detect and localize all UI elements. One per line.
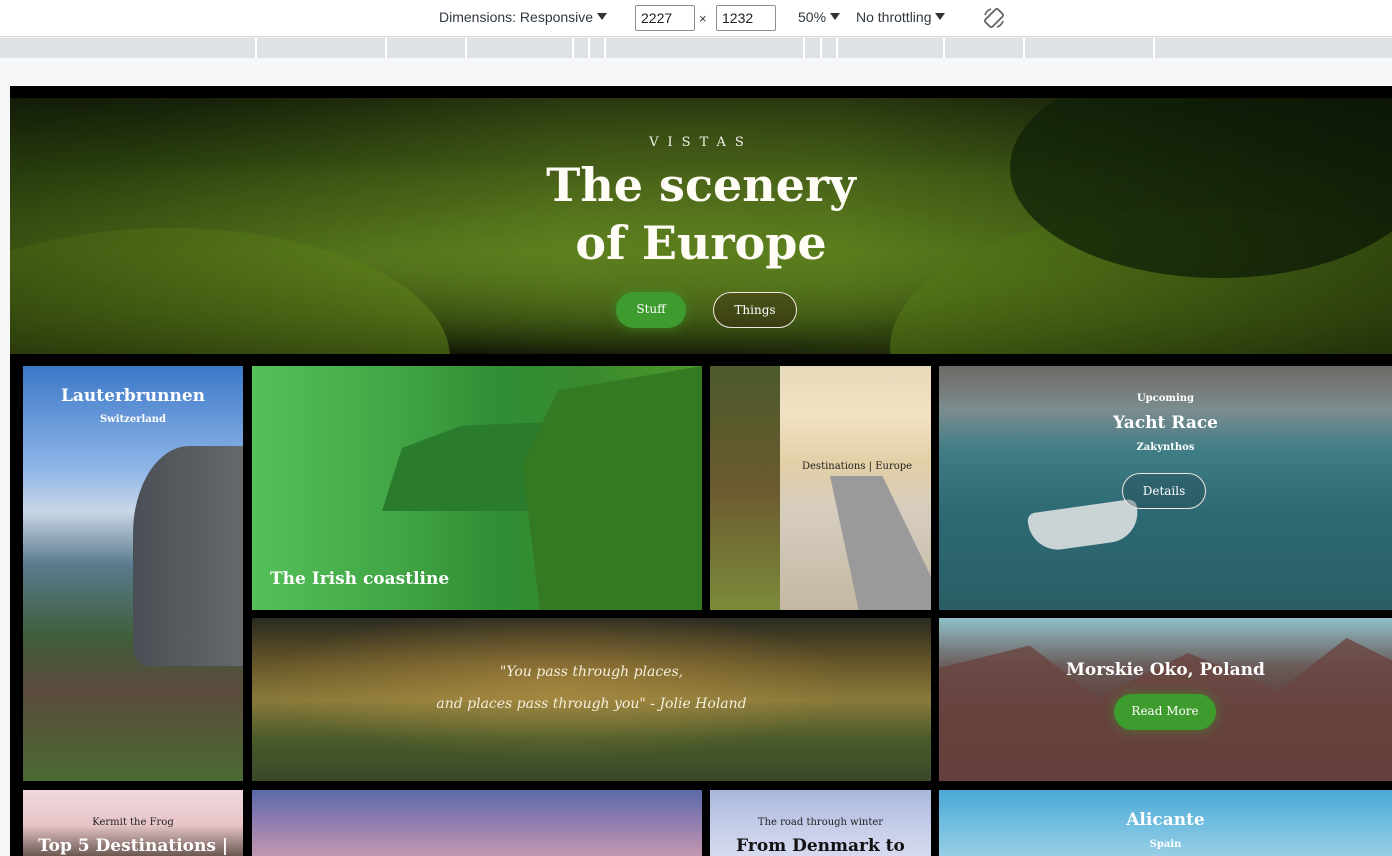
width-input[interactable] bbox=[635, 5, 695, 31]
kermit-title: Top 5 Destinations | bbox=[37, 836, 229, 856]
boat-shape bbox=[1026, 498, 1142, 554]
rotate-icon[interactable] bbox=[982, 6, 1006, 30]
quote-tile: "You pass through places, and places pas… bbox=[252, 618, 931, 781]
sunset-tile[interactable] bbox=[252, 790, 702, 856]
things-button[interactable]: Things bbox=[713, 292, 797, 328]
alicante-title: Alicante bbox=[1126, 810, 1205, 830]
quote-text: "You pass through places, and places pas… bbox=[252, 656, 931, 720]
chevron-down-icon bbox=[597, 13, 608, 20]
zoom-label: 50% bbox=[798, 9, 827, 25]
hero-title-line-1: The scenery bbox=[546, 158, 856, 212]
throttling-label: No throttling bbox=[856, 9, 932, 25]
alicante-tile[interactable]: Alicante Spain bbox=[939, 790, 1392, 856]
irish-coastline-title: The Irish coastline bbox=[270, 569, 450, 589]
zoom-dropdown[interactable]: 50% bbox=[798, 9, 841, 25]
denmark-eyebrow: The road through winter bbox=[757, 817, 884, 828]
alicante-subtitle: Spain bbox=[1149, 839, 1182, 850]
throttling-dropdown[interactable]: No throttling bbox=[856, 9, 946, 25]
details-button[interactable]: Details bbox=[1122, 473, 1206, 509]
dimensions-dropdown[interactable]: Dimensions: Responsive bbox=[439, 9, 608, 25]
tree-shape bbox=[710, 366, 780, 610]
read-more-button[interactable]: Read More bbox=[1114, 694, 1216, 730]
kermit-eyebrow: Kermit the Frog bbox=[92, 817, 174, 828]
chevron-down-icon bbox=[830, 13, 841, 20]
cliff-shape bbox=[133, 446, 243, 666]
hero-eyebrow: VISTAS bbox=[649, 135, 753, 150]
denmark-tile[interactable]: The road through winter From Denmark to bbox=[710, 790, 931, 856]
lauterbrunnen-tile[interactable]: Lauterbrunnen Switzerland bbox=[23, 366, 243, 781]
media-query-ruler[interactable] bbox=[0, 38, 1392, 58]
devtools-device-toolbar: Dimensions: Responsive × 50% No throttli… bbox=[0, 0, 1392, 37]
times-separator: × bbox=[699, 11, 707, 26]
lauterbrunnen-title: Lauterbrunnen bbox=[60, 386, 206, 406]
yacht-title: Yacht Race bbox=[1112, 413, 1218, 433]
chevron-down-icon bbox=[935, 13, 946, 20]
emulated-page: VISTAS The scenery of Europe Stuff Thing… bbox=[10, 86, 1392, 856]
denmark-title: From Denmark to bbox=[736, 836, 905, 856]
road-tile[interactable]: Destinations | Europe bbox=[710, 366, 931, 610]
yacht-eyebrow: Upcoming bbox=[1136, 393, 1195, 404]
quote-line-1: "You pass through places, bbox=[499, 664, 684, 680]
dimensions-label: Dimensions: Responsive bbox=[439, 9, 594, 25]
hero-title: The scenery of Europe bbox=[10, 156, 1392, 272]
irish-coastline-tile[interactable]: The Irish coastline bbox=[252, 366, 702, 610]
morskie-oko-tile[interactable]: Morskie Oko, Poland Read More bbox=[939, 618, 1392, 781]
lauterbrunnen-subtitle: Switzerland bbox=[99, 414, 167, 425]
stuff-button[interactable]: Stuff bbox=[616, 292, 686, 328]
road-caption: Destinations | Europe bbox=[802, 461, 913, 472]
yacht-race-tile[interactable]: Upcoming Yacht Race Zakynthos Details bbox=[939, 366, 1392, 610]
yacht-subtitle: Zakynthos bbox=[1136, 442, 1195, 453]
road-shape bbox=[830, 476, 931, 610]
hero-banner: VISTAS The scenery of Europe Stuff Thing… bbox=[10, 98, 1392, 354]
morskie-oko-title: Morskie Oko, Poland bbox=[1066, 660, 1265, 680]
height-input[interactable] bbox=[716, 5, 776, 31]
cliff-shape bbox=[522, 366, 702, 610]
hero-title-line-2: of Europe bbox=[575, 216, 827, 270]
quote-line-2: and places pass through you" - Jolie Hol… bbox=[436, 696, 747, 712]
kermit-tile[interactable]: Kermit the Frog Top 5 Destinations | bbox=[23, 790, 243, 856]
